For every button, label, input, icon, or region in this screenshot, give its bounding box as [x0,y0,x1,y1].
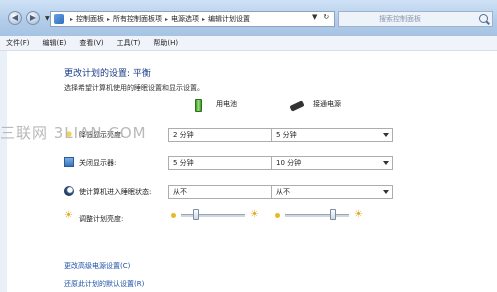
address-dropdown-icon[interactable]: ▼ [312,13,317,21]
left-pane-edge [0,51,7,292]
page-title: 更改计划的设置: 平衡 [64,69,151,79]
dim-display-plugged-select[interactable]: 5 分钟 [271,128,393,142]
sleep-battery-value: 从不 [173,188,187,196]
turn-off-display-plugged-value: 10 分钟 [276,159,302,167]
turn-off-display-battery-value: 5 分钟 [173,159,194,167]
dim-display-battery-value: 2 分钟 [173,131,194,139]
dim-display-plugged-value: 5 分钟 [276,131,297,139]
address-actions: ▼ ↻ [312,13,329,21]
search-icon[interactable] [479,14,488,23]
menu-help[interactable]: 帮助(H) [153,38,178,48]
breadcrumb-power-options[interactable]: 电源选项 [171,14,199,24]
battery-icon [195,99,202,112]
menu-edit[interactable]: 编辑(E) [43,38,67,48]
column-plugged-in: 接通电源 [313,100,341,108]
menu-bar: 文件(F) 编辑(E) 查看(V) 工具(T) 帮助(H) [0,36,497,51]
brightness-high-icon: ☀ [354,209,363,220]
title-bar: ◀ ▶ ▼ ▸ 控制面板 ▸ 所有控制面板项 ▸ 电源选项 ▸ 编辑计划设置 ▼… [0,0,497,36]
forward-button[interactable]: ▶ [26,11,40,25]
menu-tools[interactable]: 工具(T) [117,38,141,48]
control-panel-icon [54,14,64,24]
turn-off-display-plugged-select[interactable]: 10 分钟 [271,156,393,170]
chevron-right-icon[interactable]: ▸ [202,16,205,23]
column-battery: 用电池 [216,100,237,108]
menu-view[interactable]: 查看(V) [79,38,103,48]
search-input[interactable]: 搜索控制面板 [338,11,493,27]
chevron-right-icon: ▸ [70,15,74,23]
page-subtitle: 选择希望计算机使用的睡眠设置和显示设置。 [64,84,204,92]
battery-brightness-track[interactable] [181,214,245,217]
plugged-brightness-track[interactable] [285,214,349,217]
restore-defaults-link[interactable]: 还原此计划的默认设置(R) [64,279,144,289]
breadcrumb-edit-plan[interactable]: 编辑计划设置 [208,14,250,24]
brightness-high-icon: ☀ [250,209,259,220]
brightness-low-icon [275,213,280,218]
plugged-brightness-slider[interactable] [330,209,337,220]
sleep-label: 使计算机进入睡眠状态: [79,188,152,196]
battery-brightness-slider[interactable] [192,209,199,220]
dropdown-arrow-icon [383,133,389,137]
brightness-low-icon [171,213,176,218]
breadcrumb-all-items[interactable]: 所有控制面板项 [113,14,162,24]
chevron-right-icon[interactable]: ▸ [107,16,110,23]
search-placeholder: 搜索控制面板 [379,15,421,23]
refresh-icon[interactable]: ↻ [323,13,329,21]
dropdown-arrow-icon [383,161,389,165]
watermark: 三联网 3LIAN.COM [0,124,147,142]
sleep-moon-icon [64,186,74,196]
menu-file[interactable]: 文件(F) [6,38,30,48]
brightness-sun-icon: ☀ [64,210,73,221]
back-button[interactable]: ◀ [8,11,22,25]
history-dropdown-icon[interactable]: ▼ [45,15,50,22]
sleep-plugged-select[interactable]: 从不 [271,185,393,199]
brightness-label: 调整计划亮度: [79,215,124,223]
address-bar[interactable]: ▸ 控制面板 ▸ 所有控制面板项 ▸ 电源选项 ▸ 编辑计划设置 [50,11,335,27]
dropdown-arrow-icon [383,190,389,194]
monitor-icon [64,157,74,167]
advanced-power-settings-link[interactable]: 更改高级电源设置(C) [64,261,130,271]
turn-off-display-label: 关闭显示器: [79,159,117,167]
breadcrumb-control-panel[interactable]: 控制面板 [76,14,104,24]
chevron-right-icon[interactable]: ▸ [165,16,168,23]
sleep-plugged-value: 从不 [276,188,290,196]
